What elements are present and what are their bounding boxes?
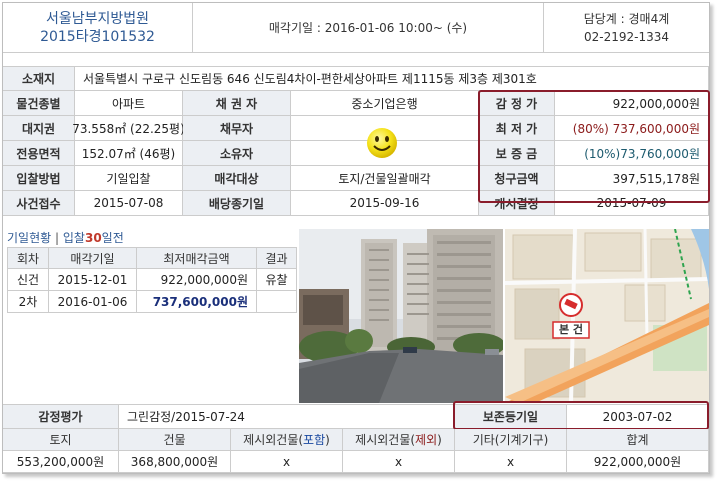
row-label-l3: 청구금액 [479, 166, 555, 191]
extra-incl-prefix: 제시외건물( [243, 433, 304, 447]
row-label-l1: 전용면적 [3, 141, 75, 166]
department-block: 담당계 : 경매4계 02-2192-1334 [543, 3, 709, 53]
auction-info-panel: 서울남부지방법원 2015타경101532 매각기일 : 2016-01-06 … [2, 2, 710, 474]
bid-row-cell-result: 유찰 [257, 269, 297, 291]
row-label-l1: 대지권 [3, 116, 75, 141]
phone-number: 02-2192-1334 [583, 30, 669, 44]
sale-date: 매각기일 : 2016-01-06 10:00~ (수) [268, 21, 468, 35]
row-label-l2: 배당종기일 [183, 191, 291, 216]
appraisal-value: 그린감정/2015-07-24 [119, 404, 455, 429]
bid-row-cell-round: 2차 [7, 291, 49, 313]
row-label-l3: 최 저 가 [479, 116, 555, 141]
extra-included-value: x [231, 451, 343, 473]
extra-excl-emphasis: 제외 [415, 433, 438, 447]
extra-building-included-header: 제시외건물(포함) [231, 429, 343, 451]
smiley-face-icon [367, 128, 397, 158]
row-label-l2: 소유자 [183, 141, 291, 166]
building-value: 368,800,000원 [119, 451, 231, 473]
map-image [505, 229, 709, 403]
location-label: 소재지 [3, 66, 75, 91]
row-value-v1: 152.07㎡ (46평) [75, 141, 183, 166]
bid-countdown-suffix: 일전 [101, 231, 124, 245]
extra-building-excluded-header: 제시외건물(제외) [343, 429, 455, 451]
row-label-l1: 사건접수 [3, 191, 75, 216]
location-map[interactable]: 본 건 [505, 229, 709, 403]
apartment-photo-image [299, 229, 503, 403]
extra-incl-emphasis: 포함 [303, 433, 326, 447]
row-value-v2: 중소기업은행 [291, 91, 479, 116]
land-value: 553,200,000원 [3, 451, 119, 473]
bid-countdown-label[interactable]: 입찰 [63, 231, 85, 245]
bid-history-title: 기일현황 | 입찰30일전 [7, 231, 124, 245]
preserve-registration-label: 보존등기일 [455, 404, 567, 429]
bid-row-cell-amount: 737,600,000원 [137, 291, 257, 313]
appraisal-label: 감정평가 [3, 404, 119, 429]
property-photo[interactable] [299, 229, 503, 403]
bid-row-cell-result [257, 291, 297, 313]
court-name: 서울남부지방법원 [45, 11, 150, 27]
row-value-v2: 2015-09-16 [291, 191, 479, 216]
row-label-l3: 감 정 가 [479, 91, 555, 116]
row-value-v1: 아파트 [75, 91, 183, 116]
bid-countdown-days: 30 [84, 231, 102, 245]
bid-header-cell: 회차 [7, 247, 49, 269]
bid-row-cell-date: 2016-01-06 [49, 291, 137, 313]
bid-row-cell-date: 2015-12-01 [49, 269, 137, 291]
row-label-l3: 보 증 금 [479, 141, 555, 166]
row-value-v3: (80%) 737,600,000원 [555, 116, 709, 141]
row-value-v3: 2015-07-09 [555, 191, 709, 216]
bid-row-cell-amount: 922,000,000원 [137, 269, 257, 291]
court-block: 서울남부지방법원 2015타경101532 [3, 3, 193, 53]
row-value-v3: 397,515,178원 [555, 166, 709, 191]
location-value: 서울특별시 구로구 신도림동 646 신도림4차이-편한세상아파트 제1115동… [75, 66, 709, 91]
total-value: 922,000,000원 [567, 451, 709, 473]
total-header: 합계 [567, 429, 709, 451]
bid-history-heading: 기일현황 [7, 231, 52, 245]
bid-header-cell: 최저매각금액 [137, 247, 257, 269]
case-header: 서울남부지방법원 2015타경101532 매각기일 : 2016-01-06 … [3, 3, 709, 53]
extra-excl-prefix: 제시외건물( [355, 433, 416, 447]
row-value-v1: 기일입찰 [75, 166, 183, 191]
row-label-l1: 물건종별 [3, 91, 75, 116]
map-marker-label: 본 건 [558, 323, 584, 336]
row-label-l1: 입찰방법 [3, 166, 75, 191]
bid-header-cell: 결과 [257, 247, 297, 269]
preserve-registration-value: 2003-07-02 [567, 404, 709, 429]
department: 담당계 : 경매4계 [583, 12, 670, 26]
row-label-l2: 매각대상 [183, 166, 291, 191]
row-value-v3: 922,000,000원 [555, 91, 709, 116]
land-header: 토지 [3, 429, 119, 451]
row-label-l3: 개시결정 [479, 191, 555, 216]
row-value-v1: 73.558㎡ (22.25평) [72, 116, 185, 141]
row-label-l2: 채무자 [183, 116, 291, 141]
other-header: 기타(기계기구) [455, 429, 567, 451]
row-value-v3: (10%)73,760,000원 [555, 141, 709, 166]
other-value: x [455, 451, 567, 473]
row-value-v1: 2015-07-08 [75, 191, 183, 216]
building-header: 건물 [119, 429, 231, 451]
extra-excluded-value: x [343, 451, 455, 473]
bid-row-cell-round: 신건 [7, 269, 49, 291]
bid-header-cell: 매각기일 [49, 247, 137, 269]
row-value-v2: 토지/건물일괄매각 [291, 166, 479, 191]
case-number: 2015타경101532 [40, 29, 155, 45]
row-label-l2: 채 권 자 [183, 91, 291, 116]
